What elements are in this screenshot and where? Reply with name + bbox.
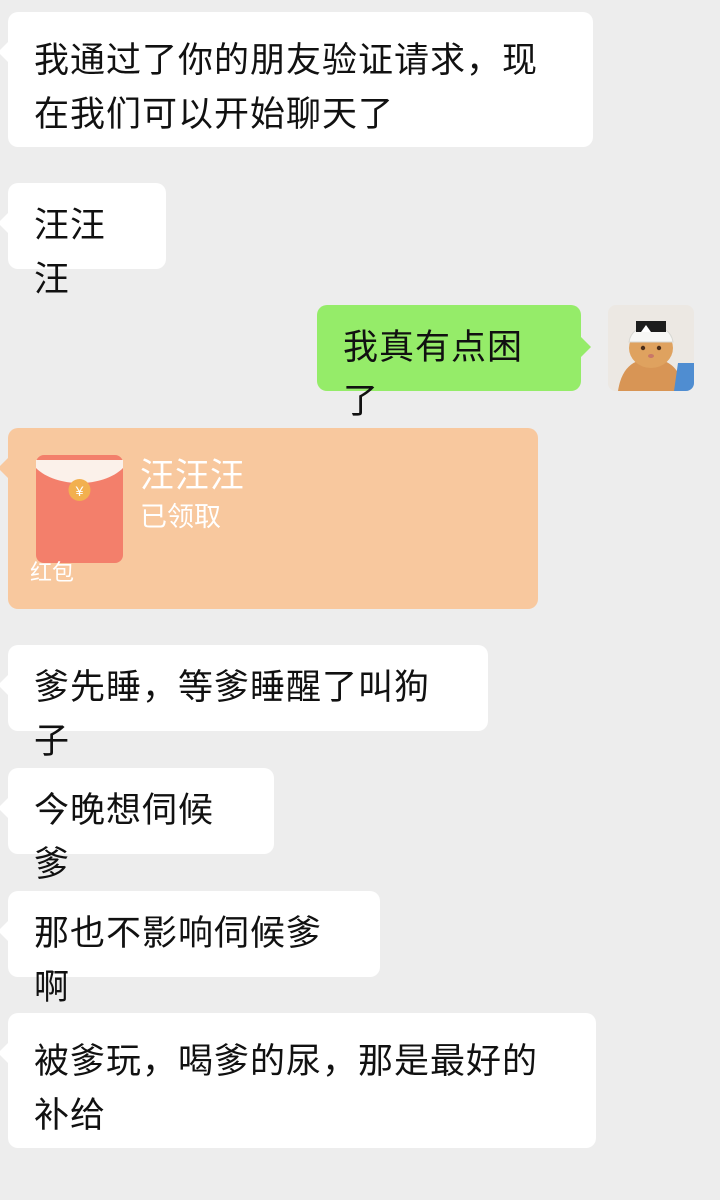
message-bubble[interactable]: 汪汪汪	[0, 183, 166, 300]
message-text: 爹先睡，等爹睡醒了叫狗子	[34, 668, 431, 762]
cat-avatar-icon[interactable]	[608, 305, 694, 391]
message-text: 汪汪汪	[34, 206, 107, 300]
message-bubble[interactable]: 爹先睡，等爹睡醒了叫狗子	[0, 645, 488, 762]
message-text: 我真有点困了	[343, 328, 524, 422]
message-bubble[interactable]: 今晚想伺候爹	[0, 768, 274, 885]
message-text: 今晚想伺候爹	[34, 791, 215, 885]
message-bubble-outgoing[interactable]: 我真有点困了	[317, 305, 591, 422]
red-envelope-icon: ¥	[36, 455, 123, 563]
message-text: 那也不影响伺候爹啊	[34, 914, 323, 1008]
message-bubble[interactable]: 被爹玩，喝爹的尿，那是最好的补给	[0, 1013, 596, 1148]
message-text: 被爹玩，喝爹的尿，那是最好的补给	[34, 1042, 539, 1136]
red-packet-status: 已领取	[140, 502, 221, 533]
message-bubble[interactable]: 那也不影响伺候爹啊	[0, 891, 380, 1008]
message-text: 我通过了你的朋友验证请求，现在我们可以开始聊天了	[34, 41, 539, 135]
message-bubble[interactable]: 我通过了你的朋友验证请求，现在我们可以开始聊天了	[0, 12, 593, 147]
svg-text:¥: ¥	[75, 483, 84, 499]
red-packet-sender: 汪汪汪	[140, 456, 245, 496]
red-packet-card[interactable]: ¥ 汪汪汪 已领取 红包	[0, 428, 538, 609]
red-packet-label: 红包	[30, 561, 75, 586]
